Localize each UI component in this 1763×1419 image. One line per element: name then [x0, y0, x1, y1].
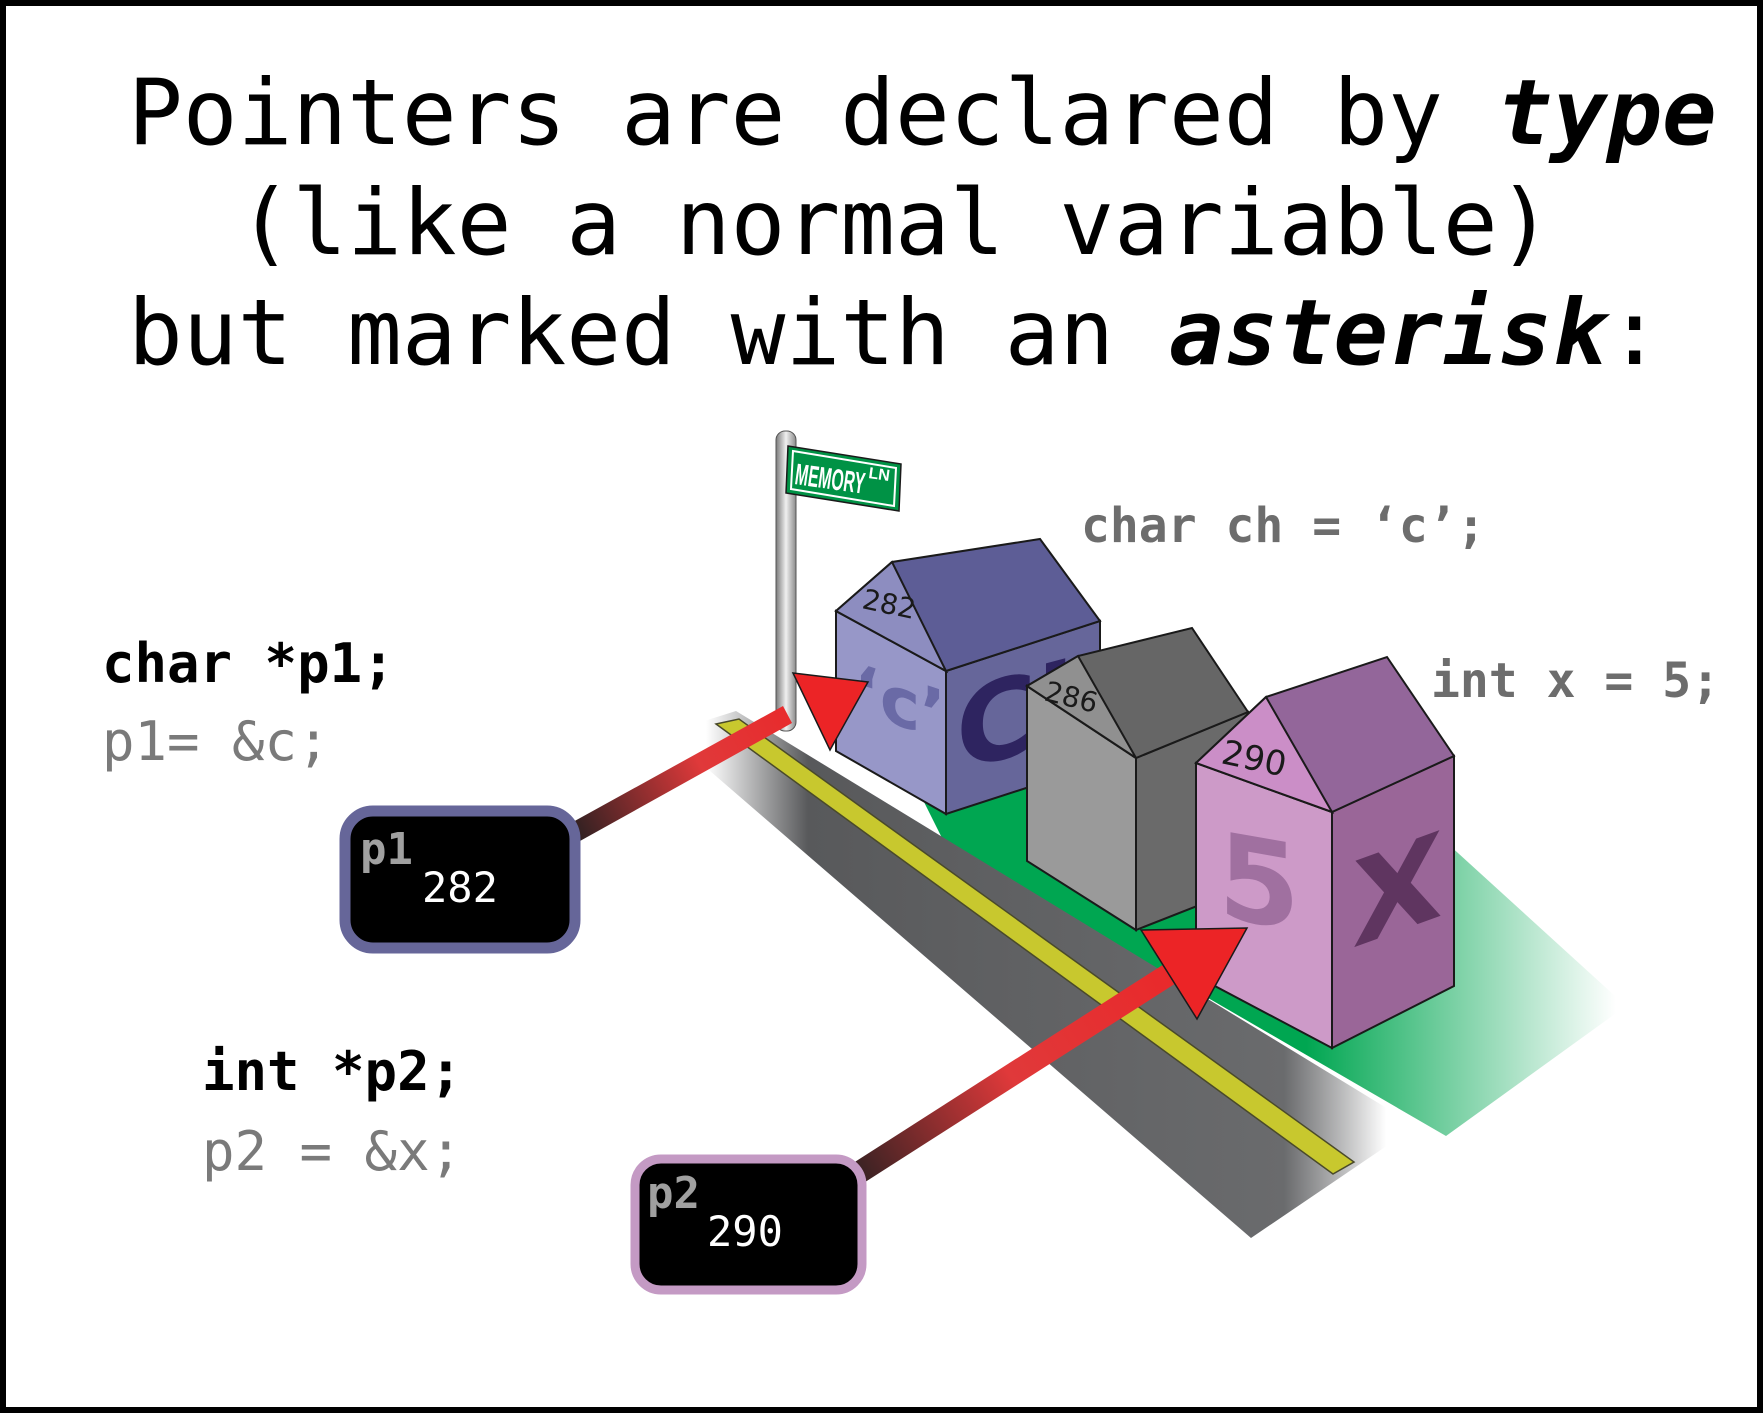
memory-street-diagram: MEMORY LN 282 ‘c’ Ch 286 290 [339, 430, 1626, 1295]
street-sign: MEMORY LN [785, 445, 902, 512]
pointer-box-p2: p2 290 [630, 1154, 867, 1295]
street-sign-suffix: LN [867, 465, 890, 485]
slide-frame: Pointers are declared by type (like a no… [0, 0, 1763, 1413]
pointer-box-p1-name: p1 [360, 824, 413, 875]
pointer-box-p2-name: p2 [647, 1168, 700, 1219]
pointer-box-p1-value: 282 [422, 863, 498, 912]
pointer-box-p2-value: 290 [707, 1207, 783, 1256]
pointer-box-p1: p1 282 [339, 805, 581, 954]
